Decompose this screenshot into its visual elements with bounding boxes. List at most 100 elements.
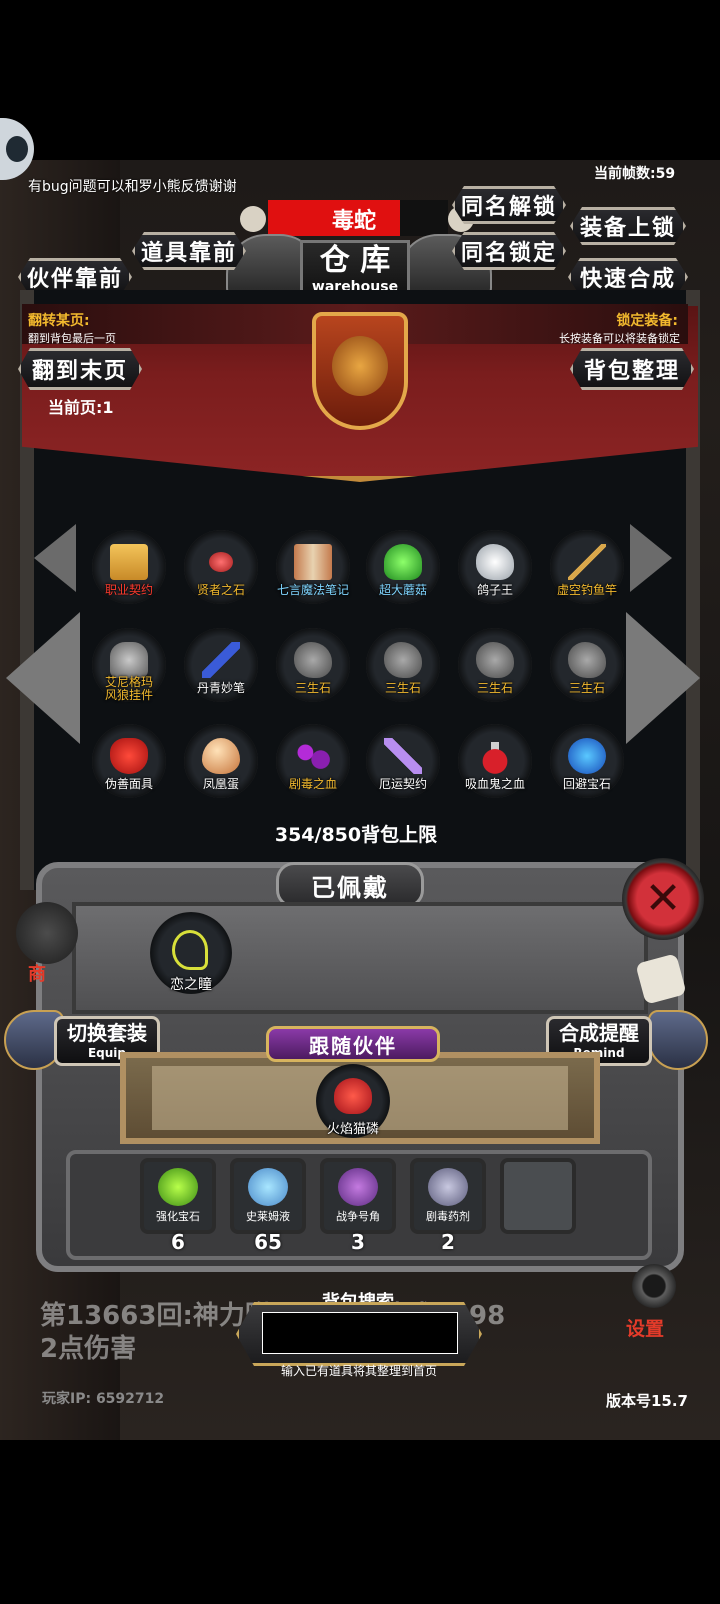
inventory-item-name: 伪善面具 [104,777,153,791]
unlock-same-name-button[interactable]: 同名解锁 [452,186,566,224]
feedback-text: 有bug问题可以和罗小熊反馈谢谢 [28,179,237,195]
empty-consumable-slot[interactable] [500,1158,576,1234]
inventory-item-name: 三生石 [568,681,605,695]
inventory-slot[interactable]: 回避宝石 [550,724,624,798]
consumable-name: 剧毒药剂 [426,1210,470,1223]
dove-icon [476,544,514,580]
battle-log-line1: 第13663回:神力附 [40,1301,271,1331]
consumable-name: 战争号角 [336,1210,380,1223]
inventory-item-name: 三生石 [476,681,513,695]
consumable-count: 6 [171,1230,185,1254]
fishing-rod-icon [568,544,606,580]
flip-page-desc: 翻到背包最后一页 [28,332,116,345]
sort-bag-button[interactable]: 背包整理 [570,348,694,390]
inventory-item-name: 艾尼格玛 风狼挂件 [104,675,153,702]
eye-charm-icon [172,930,208,970]
poison-blood-icon [294,738,332,774]
inventory-item-name: 回避宝石 [562,777,611,791]
inventory-item-name: 贤者之石 [196,583,245,597]
red-stone-icon [209,552,233,572]
flip-to-last-button[interactable]: 翻到末页 [18,348,142,390]
inventory-slot[interactable]: 厄运契约 [366,724,440,798]
inventory-item-name: 丹青妙笔 [196,681,245,695]
green-crystal-icon [158,1168,198,1206]
skull-icon [240,206,266,232]
contract-icon [384,738,422,774]
equipped-item-slot[interactable]: 恋之瞳 [150,912,232,994]
lock-same-name-button[interactable]: 同名锁定 [452,232,566,270]
lock-equipment-button[interactable]: 装备上锁 [570,207,686,245]
wolf-pendant-icon [110,642,148,678]
consumable-count: 65 [254,1230,282,1254]
items-first-button[interactable]: 道具靠前 [132,232,246,270]
lion-shield-icon [312,312,408,430]
follow-partner-title: 跟随伙伴 [309,1034,397,1058]
inventory-slot[interactable]: 虚空钓鱼竿 [550,530,624,604]
potion-icon [476,738,514,774]
prev-page-small-arrow-icon[interactable] [34,524,76,592]
scroll-icon [110,544,148,580]
settings-label: 设置 [626,1318,665,1340]
inventory-slot[interactable]: 剧毒之血 [276,724,350,798]
stone-icon [476,642,514,678]
inventory-slot[interactable]: 丹青妙笔 [184,628,258,702]
prev-page-arrow-icon[interactable] [6,612,80,744]
inventory-item-name: 三生石 [384,681,421,695]
lock-equip-title: 锁定装备: [616,313,678,329]
inventory-slot[interactable]: 艾尼格玛 风狼挂件 [92,628,166,702]
close-button[interactable]: ✕ [622,858,704,940]
shop-side-button[interactable]: 商 [16,902,78,985]
consumable-slot[interactable]: 强化宝石 [140,1158,216,1234]
inventory-slot[interactable]: 三生石 [458,628,532,702]
brush-icon [202,642,240,678]
bag-search-hint: 输入已有道具将其整理到首页 [280,1364,437,1378]
close-icon: ✕ [644,873,682,924]
gear-icon [632,1264,676,1308]
horn-icon [338,1168,378,1206]
current-page-text: 当前页:1 [48,398,114,417]
inventory-slot[interactable]: 贤者之石 [184,530,258,604]
inventory-slot[interactable]: 三生石 [276,628,350,702]
inventory-item-name: 厄运契约 [378,777,427,791]
bag-capacity-text: 354/850背包上限 [274,824,438,846]
settings-button[interactable]: 设置 [618,1262,690,1342]
synth-remind-label: 合成提醒 [559,1021,639,1045]
next-page-arrow-icon[interactable] [626,612,700,744]
inventory-slot[interactable]: 七言魔法笔记 [276,530,350,604]
inventory-item-name: 鸽子王 [476,583,513,597]
player-ip: 玩家IP: 6592712 [42,1391,165,1407]
right-horn-ornament [648,1010,708,1070]
consumable-slot[interactable]: 剧毒药剂 [410,1158,486,1234]
inventory-slot[interactable]: 凤凰蛋 [184,724,258,798]
inventory-item-name: 七言魔法笔记 [276,583,349,597]
consumable-count: 3 [351,1230,365,1254]
inventory-slot[interactable]: 伪善面具 [92,724,166,798]
inventory-slot[interactable]: 三生石 [550,628,624,702]
inventory-item-name: 职业契约 [104,583,153,597]
blue-gem-icon [568,738,606,774]
stone-icon [384,642,422,678]
warehouse-title: 仓 库 [319,243,391,278]
fire-cat-partner-icon [334,1078,372,1114]
next-page-small-arrow-icon[interactable] [630,524,672,592]
book-icon [294,544,332,580]
green-mushroom-icon [384,544,422,580]
consumable-slot[interactable]: 史莱姆液 [230,1158,306,1234]
inventory-slot[interactable]: 鸽子王 [458,530,532,604]
inventory-slot[interactable]: 三生石 [366,628,440,702]
partner-slot[interactable]: 火焰猫磷 [316,1064,390,1138]
mask-icon [110,738,148,774]
consumable-slot[interactable]: 战争号角 [320,1158,396,1234]
shop-label: 商 [28,964,46,985]
inventory-item-name: 凤凰蛋 [202,777,239,791]
consumable-name: 强化宝石 [156,1210,200,1223]
companion-name: 毒蛇 [331,209,376,234]
flip-page-title: 翻转某页: [28,313,90,329]
inventory-slot[interactable]: 超大蘑菇 [366,530,440,604]
inventory-slot[interactable]: 吸血鬼之血 [458,724,532,798]
bag-search-input[interactable] [262,1312,458,1354]
inventory-item-name: 超大蘑菇 [378,583,427,597]
stone-icon [294,642,332,678]
inventory-slot[interactable]: 职业契约 [92,530,166,604]
inventory-item-name: 三生石 [294,681,331,695]
